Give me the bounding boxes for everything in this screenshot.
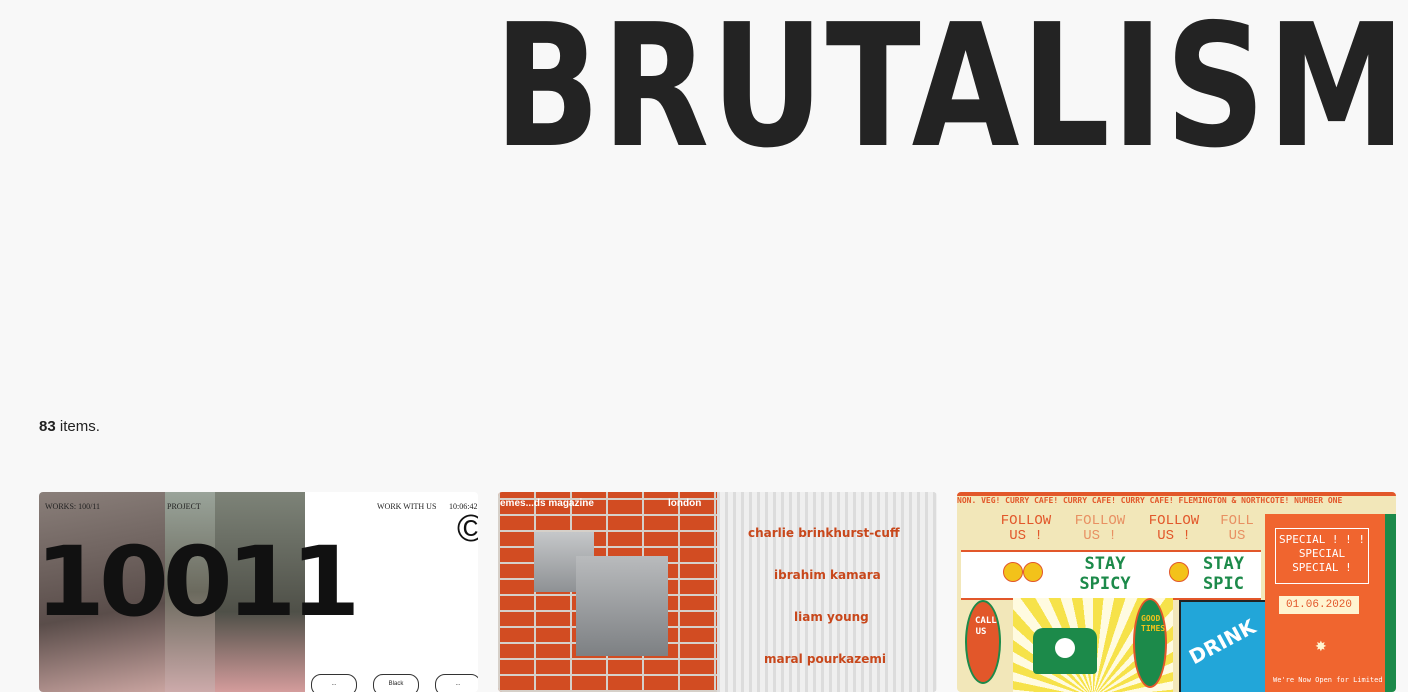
stay-spicy-text-2: STAY SPIC <box>1203 554 1244 594</box>
item-count-suffix: items. <box>55 418 100 435</box>
stay-spicy-text: STAY SPICY <box>1079 554 1131 594</box>
follow-us-2: FOLLOW US ! <box>1074 513 1126 544</box>
card-nav-works: WORKS: 100/11 <box>45 502 101 511</box>
card-pill-black: Black <box>373 674 419 692</box>
good-times-oval <box>1133 598 1167 688</box>
item-count: 83 items. <box>39 418 100 435</box>
item-count-number: 83 <box>39 418 56 435</box>
page-title: BRUTALISM <box>494 0 1408 186</box>
card-pill-1: ... <box>311 674 357 692</box>
card-name-3: liam young <box>794 610 869 624</box>
dot-icon <box>1169 562 1189 582</box>
star-icon: ✸ <box>1315 638 1327 654</box>
follow-us-3: FOLLOW US ! <box>1148 513 1200 544</box>
card-name-4: maral pourkazemi <box>764 652 887 666</box>
call-us-oval <box>965 600 1001 684</box>
copyright-icon: © <box>457 508 478 550</box>
card-ticker: NON. VEG! CURRY CAFE! CURRY CAFE! CURRY … <box>957 496 1343 505</box>
special-label: SPECIAL ! ! ! SPECIAL SPECIAL ! <box>1275 528 1369 584</box>
brick-wall-gap-lower <box>576 556 668 656</box>
card-pill-3: ... <box>435 674 478 692</box>
gallery-card-curry-cafe[interactable]: NON. VEG! CURRY CAFE! CURRY CAFE! CURRY … <box>957 492 1396 692</box>
green-strip <box>1385 514 1396 692</box>
gallery-card-10011[interactable]: WORKS: 100/11 PROJECT WORK WITH US 10:06… <box>39 492 478 692</box>
open-notice: We're Now Open for Limited <box>1273 676 1383 684</box>
card-nav-project: PROJECT <box>167 502 201 511</box>
card-name-2: ibrahim kamara <box>774 568 881 582</box>
follow-us-4: FOLL US <box>1220 514 1254 544</box>
card-name-1: charlie brinkhurst-cuff <box>748 526 900 540</box>
dot-icon <box>1003 562 1023 582</box>
gallery-card-brick-magazine[interactable]: emes...ds magazine london charlie brinkh… <box>498 492 937 692</box>
dot-icon <box>1023 562 1043 582</box>
card-headline: 10011 <box>39 526 360 638</box>
card-magazine-label: emes...ds magazine <box>500 498 594 509</box>
card-nav-work-with-us: WORK WITH US <box>377 502 437 511</box>
call-us-label: CALL US <box>975 616 997 637</box>
card-city-label: london <box>668 498 702 509</box>
special-date: 01.06.2020 <box>1279 596 1359 614</box>
smiley-icon <box>1055 638 1075 658</box>
follow-us-1: FOLLOW US ! <box>1000 513 1052 544</box>
good-times-label: GOOD TIMES <box>1141 614 1165 633</box>
